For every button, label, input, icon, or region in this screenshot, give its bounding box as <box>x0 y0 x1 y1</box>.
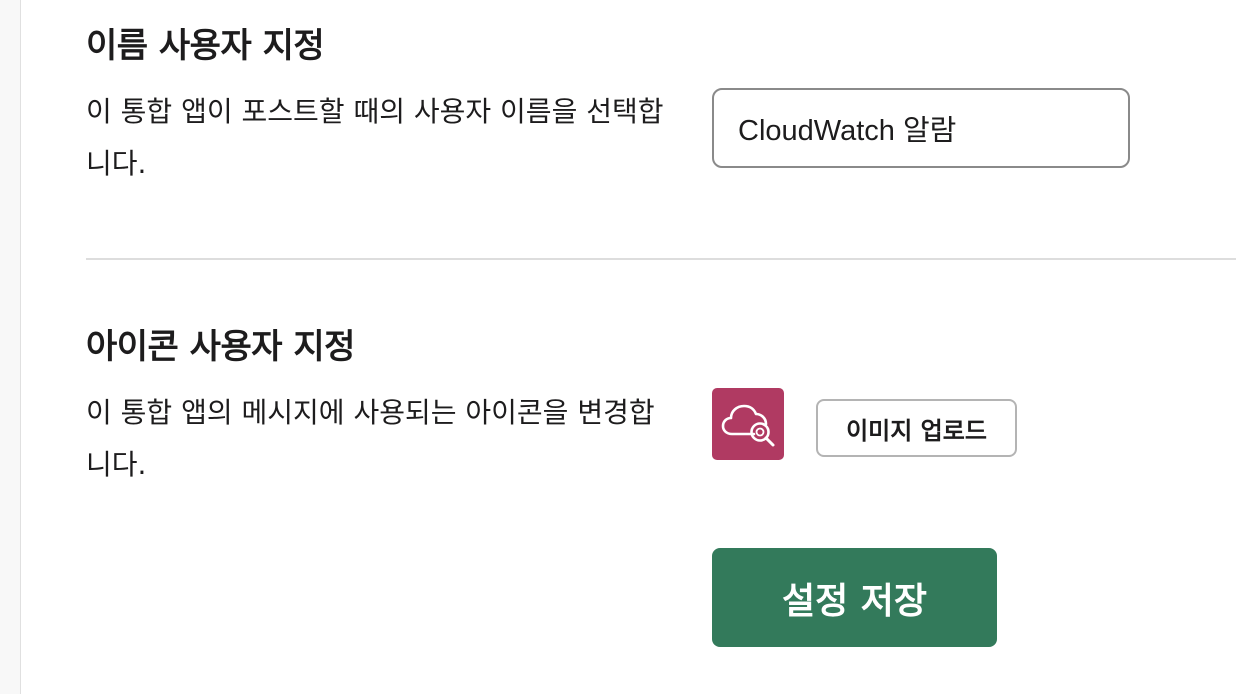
icon-section-title: 아이콘 사용자 지정 <box>86 327 355 367</box>
section-divider <box>86 258 1236 260</box>
icon-section-description: 이 통합 앱의 메시지에 사용되는 아이콘을 변경합니다. <box>86 396 655 481</box>
app-icon-preview <box>712 388 784 460</box>
username-input[interactable] <box>712 88 1130 168</box>
left-sidebar-edge <box>0 0 21 694</box>
cloudwatch-icon <box>721 404 775 447</box>
name-section-description: 이 통합 앱이 포스트할 때의 사용자 이름을 선택합니다. <box>86 95 664 180</box>
name-section-title: 이름 사용자 지정 <box>86 26 325 66</box>
upload-image-button[interactable]: 이미지 업로드 <box>816 399 1017 457</box>
save-settings-button[interactable]: 설정 저장 <box>712 548 997 647</box>
